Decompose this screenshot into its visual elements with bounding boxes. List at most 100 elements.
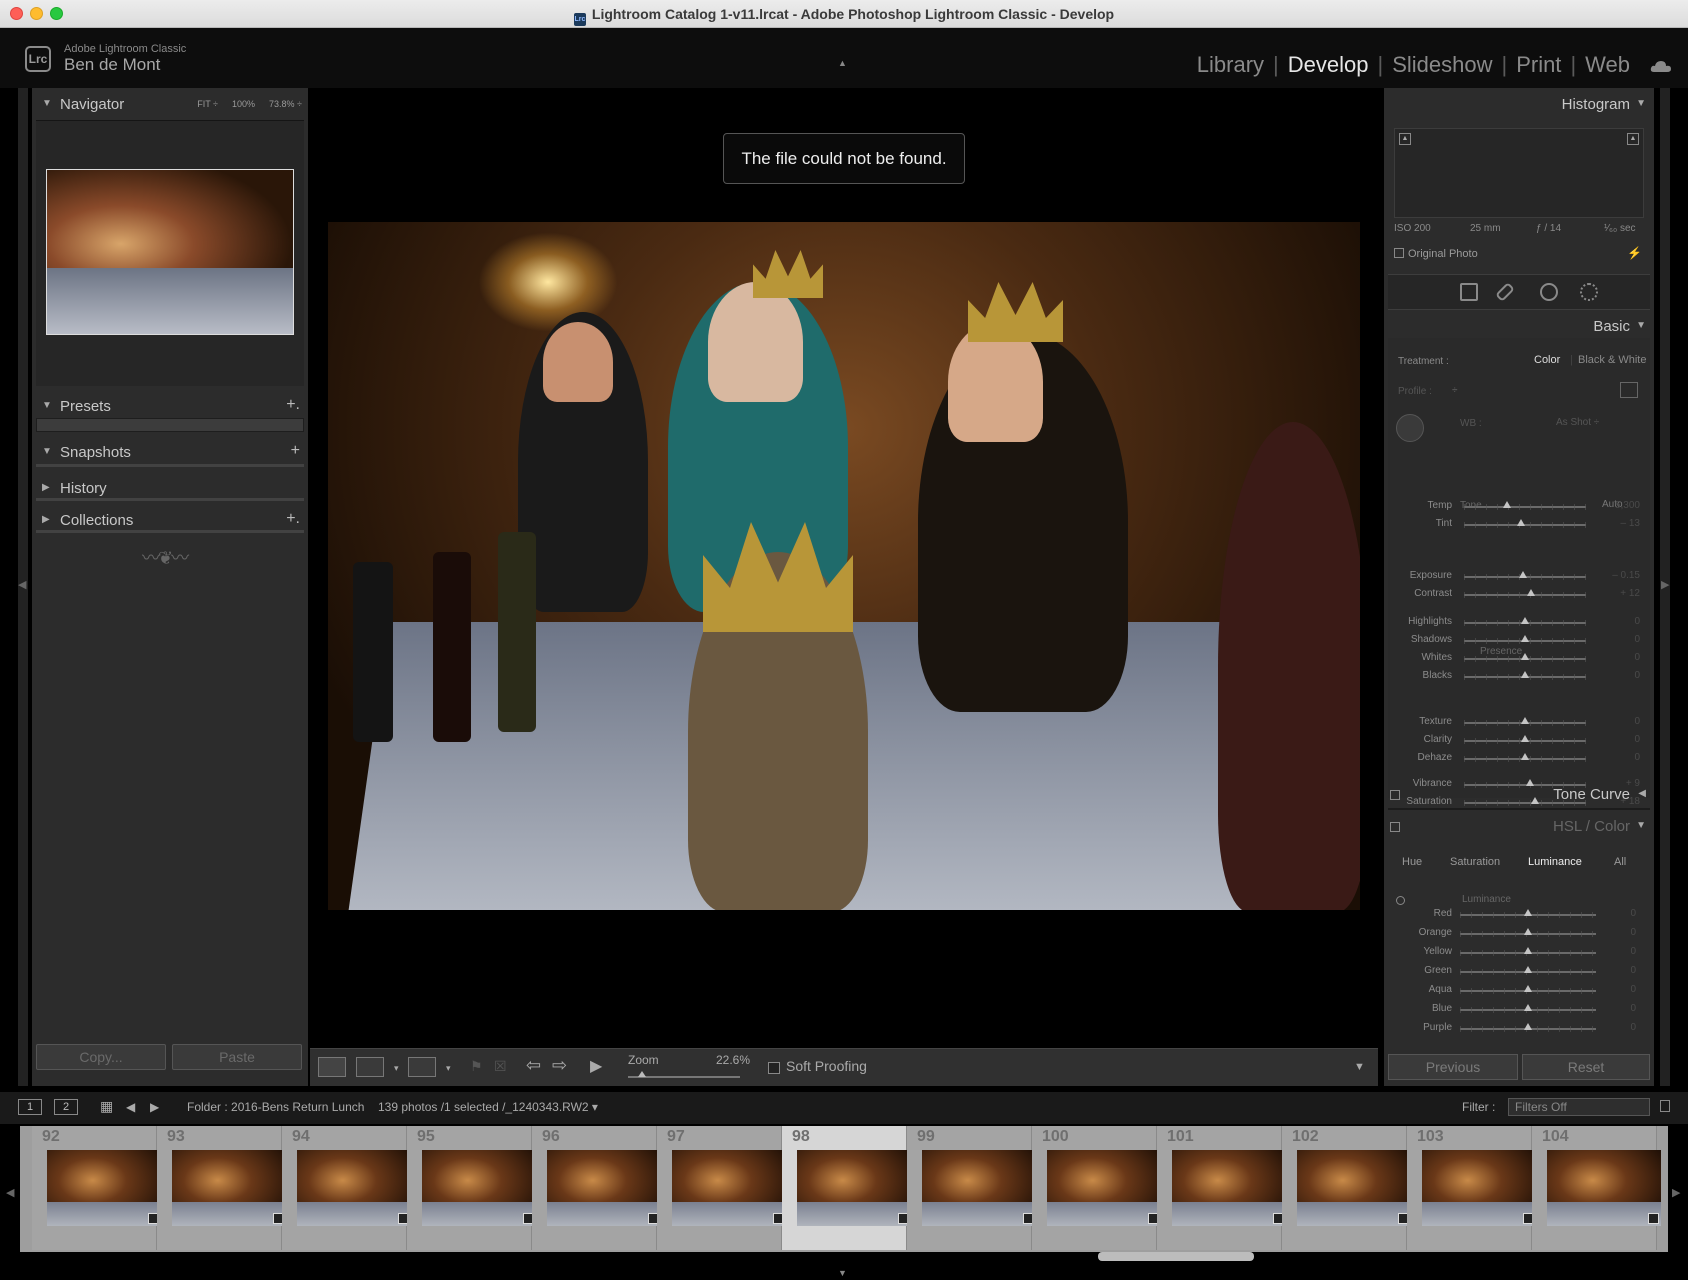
main-window-button[interactable]: 1: [18, 1099, 42, 1115]
basic-header[interactable]: Basic ▼: [1384, 314, 1654, 340]
before-after-tb-button[interactable]: [408, 1057, 436, 1077]
filter-dropdown[interactable]: Filters Off: [1508, 1098, 1650, 1116]
hsl-value-green[interactable]: 0: [1596, 965, 1636, 976]
slider-texture[interactable]: [1464, 717, 1586, 726]
filmstrip-cell[interactable]: 104: [1532, 1126, 1661, 1250]
slider-knob-dehaze[interactable]: [1521, 753, 1529, 760]
add-collection-button[interactable]: +.: [286, 510, 300, 528]
crop-tool-icon[interactable]: [1460, 283, 1478, 301]
navigator-preview[interactable]: [36, 120, 304, 386]
filmstrip-cell[interactable]: 98: [782, 1126, 911, 1250]
hsl-slider-knob-yellow[interactable]: [1524, 947, 1532, 954]
slider-knob-blacks[interactable]: [1521, 671, 1529, 678]
slider-value-whites[interactable]: 0: [1600, 652, 1640, 663]
wb-dropdown[interactable]: As Shot ÷: [1556, 417, 1599, 428]
filmstrip-scrollbar[interactable]: [1098, 1252, 1254, 1261]
slider-value-shadows[interactable]: 0: [1600, 634, 1640, 645]
main-photo[interactable]: [328, 222, 1360, 910]
hsl-value-aqua[interactable]: 0: [1596, 984, 1636, 995]
hsl-slider-red[interactable]: [1460, 909, 1596, 918]
slider-value-tint[interactable]: – 13: [1600, 518, 1640, 529]
healing-tool-icon[interactable]: [1495, 282, 1515, 302]
slider-exposure[interactable]: [1464, 571, 1586, 580]
folder-path[interactable]: Folder : 2016-Bens Return Lunch: [187, 1100, 364, 1114]
slider-shadows[interactable]: [1464, 635, 1586, 644]
filmstrip-cell[interactable]: 97: [657, 1126, 786, 1250]
right-panel-toggle-icon[interactable]: ▶: [1661, 578, 1669, 591]
original-photo-checkbox[interactable]: [1394, 248, 1404, 258]
loupe-view-button[interactable]: [318, 1057, 346, 1077]
photo-count-info[interactable]: 139 photos /1 selected /_1240343.RW2 ▾: [378, 1100, 598, 1114]
slider-dehaze[interactable]: [1464, 753, 1586, 762]
slider-value-dehaze[interactable]: 0: [1600, 752, 1640, 763]
slider-temp[interactable]: [1464, 501, 1586, 510]
toolbar-options-dropdown-icon[interactable]: ▼: [1354, 1061, 1365, 1073]
hsl-value-blue[interactable]: 0: [1596, 1003, 1636, 1014]
hsl-slider-knob-red[interactable]: [1524, 909, 1532, 916]
filmstrip-cell[interactable]: 101: [1157, 1126, 1286, 1250]
add-snapshot-button[interactable]: +: [291, 442, 300, 460]
hsl-toggle-switch[interactable]: [1390, 822, 1400, 832]
play-slideshow-icon[interactable]: ▶: [590, 1056, 602, 1076]
zoom-slider-knob[interactable]: [638, 1071, 647, 1077]
treatment-bw-option[interactable]: Black & White: [1578, 354, 1646, 366]
reset-button[interactable]: Reset: [1522, 1054, 1650, 1080]
filmstrip-thumbnail[interactable]: [297, 1150, 411, 1226]
filmstrip-cell[interactable]: 92: [32, 1126, 161, 1250]
filmstrip-thumbnail[interactable]: [797, 1150, 911, 1226]
red-eye-tool-icon[interactable]: [1540, 283, 1558, 301]
wb-eyedropper-icon[interactable]: [1396, 414, 1424, 442]
hsl-value-red[interactable]: 0: [1596, 908, 1636, 919]
left-panel-toggle-icon[interactable]: ◀: [18, 578, 26, 591]
hsl-tab-all[interactable]: All: [1614, 856, 1626, 868]
filmstrip-thumbnail[interactable]: [47, 1150, 161, 1226]
filter-lock-icon[interactable]: [1660, 1100, 1670, 1112]
slider-tint[interactable]: [1464, 519, 1586, 528]
slider-value-blacks[interactable]: 0: [1600, 670, 1640, 681]
grid-view-icon[interactable]: ▦: [100, 1098, 113, 1115]
slider-value-texture[interactable]: 0: [1600, 716, 1640, 727]
filmstrip-cell[interactable]: 93: [157, 1126, 286, 1250]
hsl-tab-saturation[interactable]: Saturation: [1450, 856, 1500, 868]
slider-highlights[interactable]: [1464, 617, 1586, 626]
filmstrip-cell[interactable]: 94: [282, 1126, 411, 1250]
slider-value-exposure[interactable]: – 0.15: [1600, 570, 1640, 581]
hsl-tab-hue[interactable]: Hue: [1402, 856, 1422, 868]
navigator-thumbnail[interactable]: [46, 169, 294, 335]
module-library[interactable]: Library: [1197, 52, 1264, 77]
slider-value-contrast[interactable]: + 12: [1600, 588, 1640, 599]
filmstrip-thumbnail[interactable]: [1547, 1150, 1661, 1226]
cloud-sync-icon[interactable]: [1650, 60, 1672, 72]
previous-photo-icon[interactable]: ⇦: [526, 1055, 541, 1076]
left-edge-bar[interactable]: ◀: [18, 88, 28, 1086]
slider-knob-highlights[interactable]: [1521, 617, 1529, 624]
forward-arrow-icon[interactable]: ▶: [150, 1100, 159, 1114]
module-print[interactable]: Print: [1516, 52, 1561, 77]
original-photo-toggle[interactable]: Original Photo: [1394, 248, 1478, 260]
before-after-lr-button[interactable]: [356, 1057, 384, 1077]
module-slideshow[interactable]: Slideshow: [1392, 52, 1492, 77]
hsl-slider-orange[interactable]: [1460, 928, 1596, 937]
collapse-bottom-arrow-icon[interactable]: ▼: [838, 1268, 847, 1278]
histogram-graph[interactable]: ▲ ▲: [1394, 128, 1644, 218]
slider-blacks[interactable]: [1464, 671, 1586, 680]
filmstrip-thumbnail[interactable]: [547, 1150, 661, 1226]
secondary-window-button[interactable]: 2: [54, 1099, 78, 1115]
shadow-clipping-icon[interactable]: ▲: [1399, 133, 1411, 145]
slider-knob-tint[interactable]: [1517, 519, 1526, 526]
copy-button[interactable]: Copy...: [36, 1044, 166, 1070]
edited-badge-icon[interactable]: [1648, 1213, 1659, 1224]
filmstrip-thumbnail[interactable]: [1422, 1150, 1536, 1226]
navigator-header[interactable]: ▼ Navigator FIT ÷ 100% 73.8% ÷: [32, 92, 308, 118]
filmstrip-cell[interactable]: 100: [1032, 1126, 1161, 1250]
slider-knob-whites[interactable]: [1521, 653, 1529, 660]
module-develop[interactable]: Develop: [1288, 52, 1369, 77]
smart-preview-icon[interactable]: ⚡: [1627, 246, 1642, 260]
before-after-tb-dropdown-icon[interactable]: ▾: [446, 1063, 451, 1074]
hsl-slider-aqua[interactable]: [1460, 985, 1596, 994]
filmstrip-thumbnail[interactable]: [922, 1150, 1036, 1226]
filmstrip-thumbnail[interactable]: [1297, 1150, 1411, 1226]
filmstrip-right-arrow-icon[interactable]: ▶: [1672, 1186, 1680, 1199]
add-preset-button[interactable]: +.: [286, 396, 300, 414]
slider-knob-contrast[interactable]: [1527, 589, 1536, 596]
